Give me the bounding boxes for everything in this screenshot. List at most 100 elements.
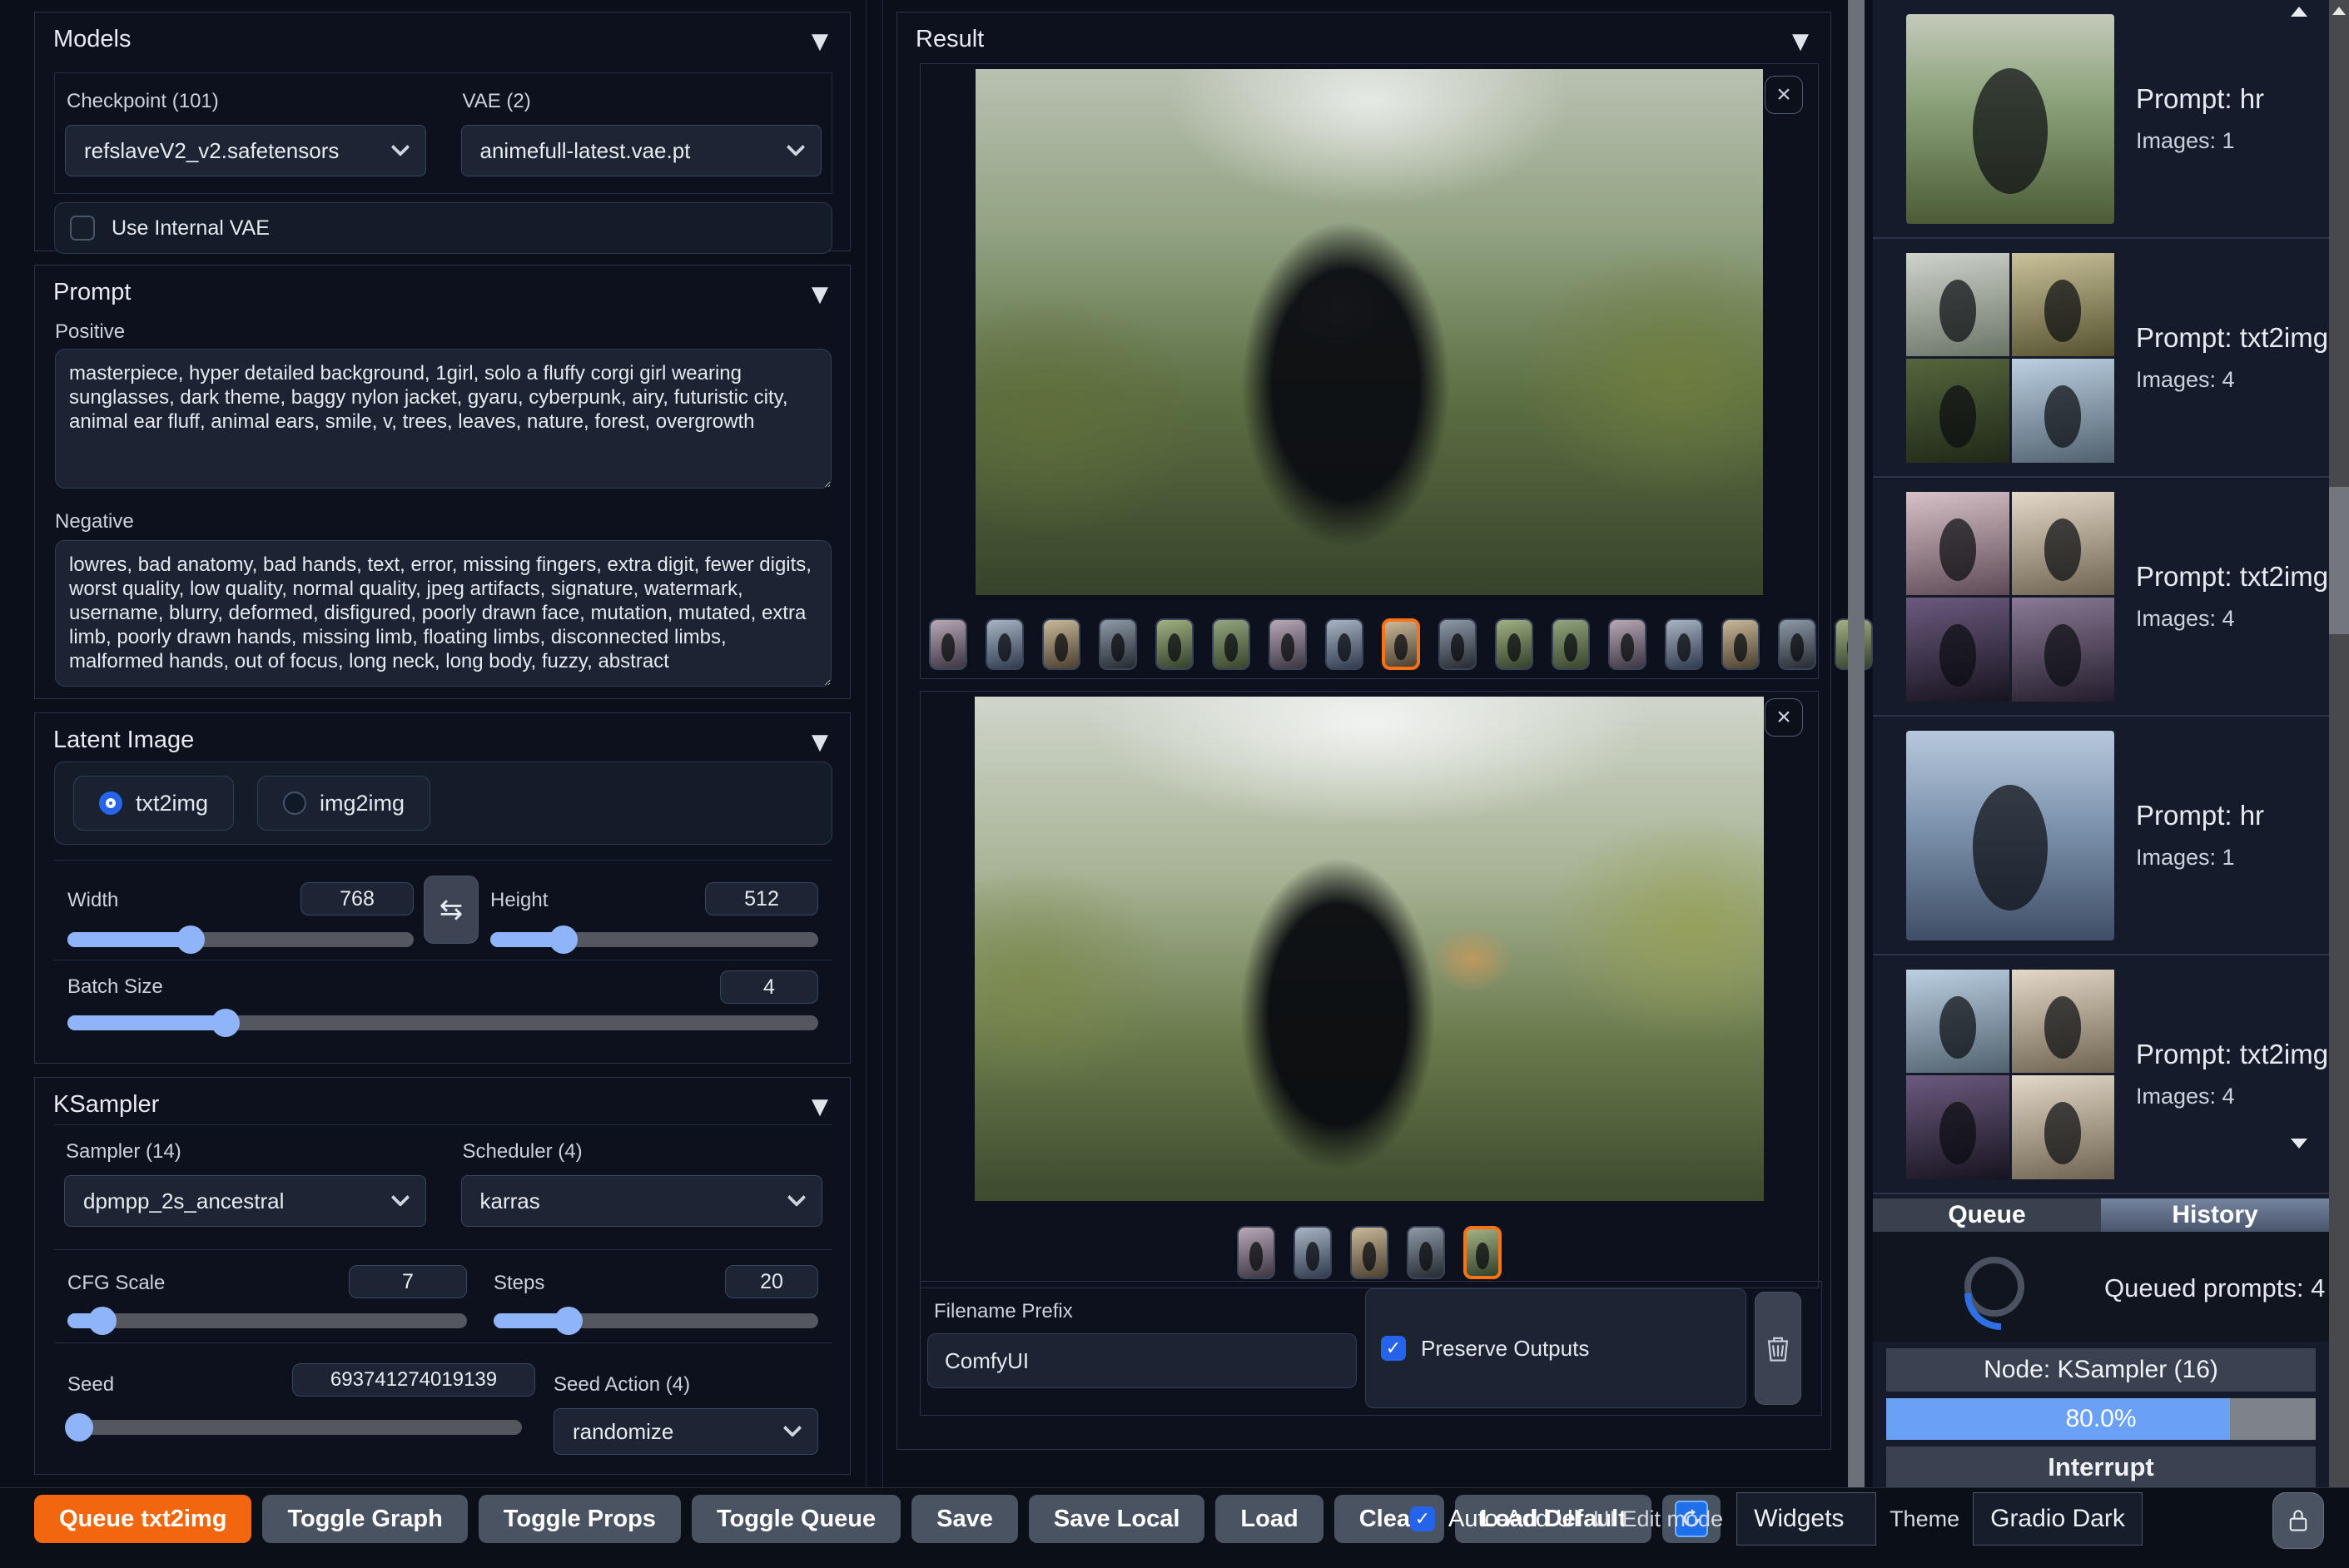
seed-label: Seed [67, 1373, 115, 1396]
result-image-1[interactable] [976, 69, 1763, 595]
width-input[interactable]: 768 [300, 882, 414, 915]
close-image-2-button[interactable]: × [1765, 698, 1803, 737]
gallery-thumbnail[interactable] [1665, 618, 1703, 670]
height-slider[interactable] [490, 925, 818, 954]
steps-slider[interactable] [494, 1307, 818, 1335]
result-title: Result [916, 26, 985, 52]
gallery-thumbnail-selected[interactable] [1382, 618, 1420, 670]
sampler-select[interactable]: dpmpp_2s_ancestral [64, 1175, 426, 1227]
gallery-thumbnail[interactable] [1155, 618, 1194, 670]
filename-group: Filename Prefix ComfyUI ✓ Preserve Outpu… [920, 1281, 1822, 1416]
negative-prompt-input[interactable]: lowres, bad anatomy, bad hands, text, er… [55, 540, 832, 687]
preserve-outputs-label: Preserve Outputs [1421, 1335, 1590, 1361]
seed-action-value: randomize [573, 1418, 674, 1444]
gallery-thumbnail[interactable] [1212, 618, 1250, 670]
gallery-thumbnail[interactable] [1438, 618, 1477, 670]
swap-dimensions-button[interactable]: ⇆ [424, 876, 479, 944]
scheduler-label: Scheduler (4) [462, 1140, 583, 1163]
collapse-latent-icon[interactable]: ▼ [812, 730, 828, 755]
collapse-ksampler-icon[interactable]: ▼ [812, 1094, 828, 1119]
latent-image-section: Latent Image ▼ txt2img img2img Width 768… [34, 712, 851, 1064]
history-item[interactable]: Prompt: hr Images: 1 [1873, 717, 2329, 955]
mode-txt2img-radio[interactable]: txt2img [73, 776, 235, 831]
gallery-thumbnail[interactable] [1099, 618, 1137, 670]
history-item[interactable]: Prompt: hr Images: 1 [1873, 0, 2329, 239]
seed-action-select[interactable]: randomize [554, 1408, 818, 1455]
gallery-thumbnail[interactable] [1350, 1226, 1388, 1279]
width-label: Width [67, 889, 119, 911]
collapse-result-icon[interactable]: ▼ [1792, 29, 1809, 54]
height-input[interactable]: 512 [705, 882, 818, 915]
tab-queue[interactable]: Queue [1873, 1198, 2101, 1232]
history-item[interactable]: Prompt: txt2img Images: 4 [1873, 955, 2329, 1194]
gallery-thumbnail[interactable] [1042, 618, 1080, 670]
seed-slider[interactable] [65, 1413, 522, 1441]
models-section: Models ▼ Checkpoint (101) refslaveV2_v2.… [34, 12, 851, 254]
scroll-down-icon[interactable] [2291, 1139, 2307, 1149]
save-button[interactable]: Save [911, 1495, 1018, 1543]
lock-button[interactable] [2272, 1492, 2324, 1549]
history-item[interactable]: Prompt: txt2img Images: 4 [1873, 239, 2329, 478]
preserve-outputs-checkbox[interactable]: ✓ [1381, 1336, 1406, 1361]
theme-select[interactable]: Gradio Dark [1973, 1492, 2143, 1546]
gallery-thumbnail[interactable] [1237, 1226, 1275, 1279]
window-scrollbar[interactable] [2329, 0, 2349, 1487]
seed-input[interactable]: 693741274019139 [292, 1363, 535, 1397]
batch-size-input[interactable]: 4 [720, 970, 818, 1004]
gallery-thumbnail[interactable] [1325, 618, 1363, 670]
positive-prompt-input[interactable]: masterpiece, hyper detailed background, … [55, 349, 832, 489]
mode-img2img-radio[interactable]: img2img [257, 776, 431, 831]
gallery-thumbnail[interactable] [1294, 1226, 1332, 1279]
vae-select[interactable]: animefull-latest.vae.pt [460, 125, 822, 176]
steps-input[interactable]: 20 [725, 1265, 818, 1298]
gallery-thumbnail[interactable] [1269, 618, 1307, 670]
auto-add-ui-checkbox[interactable]: ✓ [1410, 1506, 1435, 1531]
cfg-scale-input[interactable]: 7 [349, 1265, 467, 1298]
gallery-thumbnail[interactable] [986, 618, 1024, 670]
toggle-graph-button[interactable]: Toggle Graph [262, 1495, 468, 1543]
scrollbar-thumb[interactable] [2329, 487, 2349, 634]
cfg-steps-group: CFG Scale 7 Steps 20 [54, 1249, 832, 1342]
gallery-thumbnail[interactable] [1552, 618, 1590, 670]
tab-history[interactable]: History [2101, 1198, 2329, 1232]
scheduler-value: karras [479, 1188, 540, 1213]
mode-txt2img-label: txt2img [136, 790, 209, 816]
use-internal-vae-checkbox[interactable] [70, 216, 95, 241]
history-item[interactable]: Prompt: txt2img Images: 4 [1873, 478, 2329, 717]
latent-title: Latent Image [53, 727, 195, 753]
scheduler-select[interactable]: karras [460, 1175, 822, 1227]
scroll-up-icon[interactable] [2332, 7, 2346, 15]
scroll-up-icon[interactable] [2291, 7, 2307, 17]
save-local-button[interactable]: Save Local [1028, 1495, 1205, 1543]
collapse-prompt-icon[interactable]: ▼ [812, 282, 828, 307]
gallery-thumbnail[interactable] [1721, 618, 1760, 670]
filename-prefix-input[interactable]: ComfyUI [927, 1333, 1357, 1388]
interrupt-button[interactable]: Interrupt [1886, 1446, 2316, 1488]
widgets-select[interactable]: Widgets [1736, 1492, 1877, 1546]
history-list: Prompt: hr Images: 1 Prompt: txt2img Ima… [1873, 0, 2329, 1198]
prompt-title: Prompt [53, 279, 132, 305]
result-image-2[interactable] [975, 697, 1764, 1201]
gallery-thumbnail-selected[interactable] [1463, 1226, 1502, 1279]
models-title: Models [53, 26, 132, 52]
toggle-queue-button[interactable]: Toggle Queue [691, 1495, 901, 1543]
collapse-models-icon[interactable]: ▼ [812, 29, 828, 54]
main-scrollbar[interactable] [1848, 0, 1865, 1487]
batch-size-slider[interactable] [67, 1009, 818, 1037]
delete-outputs-button[interactable] [1755, 1292, 1801, 1405]
history-thumbnail-grid [1906, 969, 2114, 1179]
cfg-scale-slider[interactable] [67, 1307, 467, 1335]
close-image-1-button[interactable]: × [1765, 76, 1803, 114]
checkpoint-label: Checkpoint (101) [67, 90, 219, 112]
gallery-thumbnail[interactable] [1407, 1226, 1445, 1279]
width-slider[interactable] [67, 925, 414, 954]
load-button[interactable]: Load [1215, 1495, 1323, 1543]
gallery-thumbnail[interactable] [1778, 618, 1816, 670]
checkpoint-select[interactable]: refslaveV2_v2.safetensors [65, 125, 426, 176]
queue-txt2img-button[interactable]: Queue txt2img [34, 1495, 252, 1543]
gallery-thumbnail[interactable] [929, 618, 967, 670]
gallery-thumbnail[interactable] [1495, 618, 1533, 670]
toggle-props-button[interactable]: Toggle Props [478, 1495, 681, 1543]
gallery-thumbnail[interactable] [1608, 618, 1646, 670]
history-prompt-label: Prompt: hr [2136, 800, 2265, 831]
